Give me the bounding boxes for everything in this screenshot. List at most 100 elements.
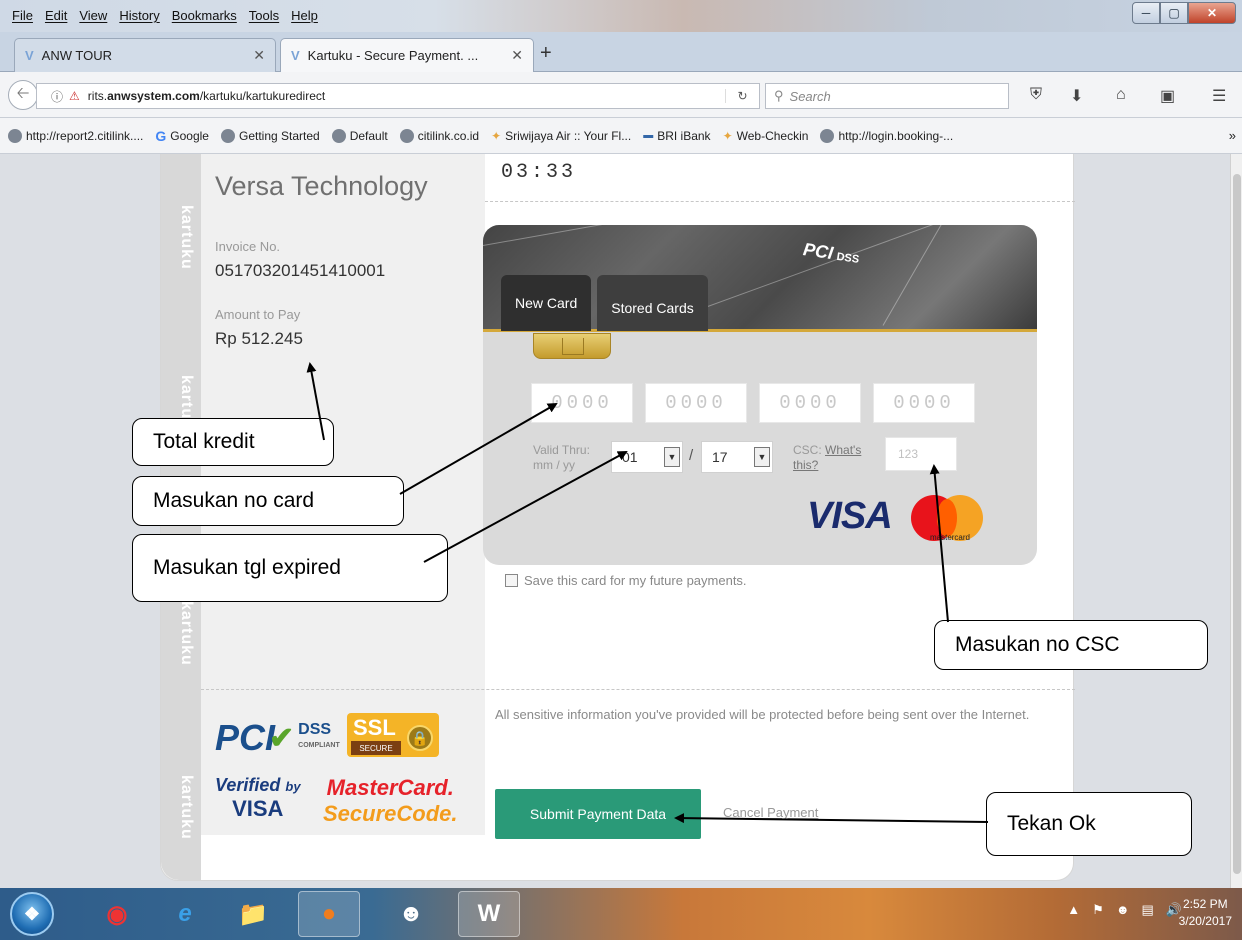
- expiry-separator: /: [689, 447, 694, 464]
- chevron-down-icon[interactable]: ▼: [664, 447, 680, 467]
- card-number-4[interactable]: 0000: [873, 383, 975, 423]
- menu-file[interactable]: File: [6, 8, 39, 23]
- minimize-button[interactable]: ─: [1132, 2, 1160, 24]
- bookmark-login-booking[interactable]: http://login.booking-...: [820, 128, 953, 143]
- card-number-3[interactable]: 0000: [759, 383, 861, 423]
- search-placeholder: Search: [789, 88, 831, 104]
- back-button[interactable]: 🡠: [8, 80, 38, 110]
- bookmark-default[interactable]: Default: [331, 128, 388, 143]
- tab-close-icon[interactable]: ✕: [253, 47, 265, 64]
- card-chip-icon: [533, 333, 611, 359]
- bookmark-sriwijaya[interactable]: ✦ Sriwijaya Air :: Your Fl...: [491, 129, 631, 143]
- menu-help[interactable]: Help: [285, 8, 324, 23]
- cancel-payment-link[interactable]: Cancel Payment: [723, 805, 818, 820]
- card-number-1[interactable]: 0000: [531, 383, 633, 423]
- submit-payment-button[interactable]: Submit Payment Data: [495, 789, 701, 839]
- maximize-button[interactable]: ▢: [1160, 2, 1188, 24]
- window-controls: ─ ▢ ✕: [1132, 2, 1236, 24]
- expiry-month-select[interactable]: 01 ▼: [611, 441, 683, 473]
- tab-new-card[interactable]: New Card: [501, 275, 592, 331]
- amount-label: Amount to Pay: [215, 307, 301, 322]
- divider: [201, 689, 1075, 690]
- system-clock[interactable]: 2:52 PM 3/20/2017: [1179, 896, 1232, 930]
- home-icon[interactable]: ⌂: [1116, 86, 1126, 104]
- menu-history[interactable]: History: [113, 8, 165, 23]
- network-icon[interactable]: ▤: [1142, 902, 1154, 918]
- countdown-timer: 03:33: [501, 161, 577, 184]
- chrome-icon[interactable]: ◉: [86, 891, 148, 937]
- menu-icon[interactable]: ☰: [1212, 86, 1226, 106]
- new-tab-button[interactable]: +: [540, 42, 552, 65]
- bookmarks-overflow-icon[interactable]: »: [1229, 128, 1236, 143]
- amount-value: Rp 512.245: [215, 329, 303, 348]
- menu-view[interactable]: View: [73, 8, 113, 23]
- globe-icon: [399, 128, 414, 143]
- kartuku-watermark: kartuku: [178, 205, 195, 270]
- mastercard-securecode-logo: MasterCard. SecureCode.: [323, 775, 458, 826]
- csc-help-link-2[interactable]: this?: [793, 458, 818, 472]
- csc-input[interactable]: 123: [885, 437, 957, 471]
- messenger-icon[interactable]: ☻: [380, 891, 442, 937]
- save-card-option[interactable]: Save this card for my future payments.: [505, 573, 747, 588]
- flag-icon[interactable]: ⚑: [1092, 902, 1104, 918]
- csc-label: CSC: What's this?: [793, 443, 862, 472]
- csc-help-link[interactable]: What's: [825, 443, 861, 457]
- bookmark-google[interactable]: G Google: [155, 128, 209, 144]
- bookmarks-bar: http://report2.citilink.... G Google Gett…: [0, 118, 1242, 154]
- messenger-tray-icon[interactable]: ☻: [1116, 902, 1130, 918]
- search-box[interactable]: ⚲ Search: [765, 83, 1009, 109]
- sriwijaya-icon: ✦: [722, 128, 733, 143]
- padlock-icon: 🔒: [407, 725, 433, 751]
- tab-kartuku[interactable]: V Kartuku - Secure Payment. ... ✕: [280, 38, 534, 72]
- file-explorer-icon[interactable]: 📁: [222, 891, 284, 937]
- tab-anw-tour[interactable]: V ANW TOUR ✕: [14, 38, 276, 72]
- url-domain: anwsystem.com: [107, 89, 200, 103]
- callout-no-csc: Masukan no CSC: [934, 620, 1208, 670]
- extension-icon[interactable]: ▣: [1160, 86, 1175, 106]
- security-notice: All sensitive information you've provide…: [495, 707, 1030, 722]
- word-icon[interactable]: W: [458, 891, 520, 937]
- tab-favicon-icon: V: [291, 48, 300, 63]
- firefox-icon[interactable]: ●: [298, 891, 360, 937]
- page-scrollbar[interactable]: [1230, 154, 1242, 888]
- tab-close-icon[interactable]: ✕: [511, 47, 523, 64]
- bookmark-getting-started[interactable]: Getting Started: [220, 128, 320, 143]
- close-window-button[interactable]: ✕: [1188, 2, 1236, 24]
- callout-no-card: Masukan no card: [132, 476, 404, 526]
- menu-edit[interactable]: Edit: [39, 8, 73, 23]
- tab-bar: V ANW TOUR ✕ V Kartuku - Secure Payment.…: [0, 32, 1242, 72]
- globe-icon: [820, 128, 835, 143]
- tab-favicon-icon: V: [25, 48, 34, 63]
- tray-expand-icon[interactable]: ▲: [1067, 902, 1080, 918]
- internet-explorer-icon[interactable]: e: [154, 891, 216, 937]
- bookmark-citilink[interactable]: citilink.co.id: [399, 128, 479, 143]
- card-number-2[interactable]: 0000: [645, 383, 747, 423]
- expiry-year-select[interactable]: 17 ▼: [701, 441, 773, 473]
- search-icon: ⚲: [774, 88, 784, 103]
- tab-stored-cards[interactable]: Stored Cards: [597, 275, 708, 331]
- pocket-icon[interactable]: ⛨: [1030, 86, 1042, 104]
- mastercard-overlap: [937, 499, 957, 537]
- url-bar[interactable]: ⓘ ⚠ rits. anwsystem.com/kartuku/kartukure…: [36, 83, 760, 109]
- info-icon[interactable]: ⓘ: [51, 88, 63, 105]
- checkmark-icon: ✔: [269, 721, 295, 755]
- bookmark-bri-ibank[interactable]: ▬ BRI iBank: [643, 129, 710, 143]
- verified-by-visa-logo: Verified by VISA: [215, 775, 301, 821]
- bookmark-report2[interactable]: http://report2.citilink....: [8, 128, 143, 143]
- kartuku-watermark: kartuku: [178, 601, 195, 666]
- menu-bookmarks[interactable]: Bookmarks: [166, 8, 243, 23]
- download-icon[interactable]: ⬇: [1070, 86, 1083, 106]
- chevron-down-icon[interactable]: ▼: [754, 447, 770, 467]
- start-button[interactable]: ❖: [10, 892, 54, 936]
- insecure-lock-icon[interactable]: ⚠: [69, 89, 80, 103]
- scrollbar-thumb[interactable]: [1233, 174, 1241, 874]
- bookmark-web-checkin[interactable]: ✦ Web-Checkin: [723, 129, 809, 143]
- tab-title: ANW TOUR: [41, 48, 112, 63]
- merchant-name: Versa Technology: [215, 171, 428, 201]
- card-tabs: New Card Stored Cards: [501, 275, 708, 331]
- save-card-checkbox[interactable]: [505, 574, 518, 587]
- reload-icon[interactable]: ↻: [725, 89, 759, 103]
- menu-tools[interactable]: Tools: [243, 8, 285, 23]
- windows-taskbar: ❖ ◉ e 📁 ● ☻ W ▲ ⚑ ☻ ▤ 🔊 2:52 PM 3/20/201…: [0, 888, 1242, 940]
- card-streak: [483, 225, 779, 246]
